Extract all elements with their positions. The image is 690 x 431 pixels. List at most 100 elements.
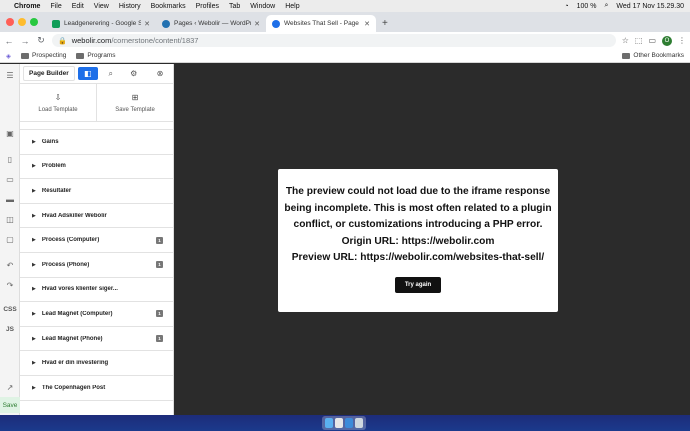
clock[interactable]: Wed 17 Nov 15.29.30 [616, 3, 684, 10]
forward-icon[interactable]: → [20, 36, 30, 46]
bookmark-programs[interactable]: Programs [76, 52, 116, 59]
expand-caret-icon[interactable]: ▶ [32, 311, 36, 317]
try-again-button[interactable]: Try again [394, 276, 442, 293]
bookmark-prospecting[interactable]: Prospecting [21, 52, 66, 59]
macos-dock [0, 415, 690, 431]
menu-tab[interactable]: Tab [229, 3, 240, 10]
close-tab-icon[interactable]: ✕ [144, 20, 150, 28]
section-row[interactable]: ▶ Hvad Adskiller Webolir [20, 204, 173, 229]
external-link-icon[interactable]: ↗ [0, 380, 20, 394]
app-icon[interactable] [345, 418, 353, 428]
trash-icon[interactable] [355, 418, 363, 428]
menu-profiles[interactable]: Profiles [196, 3, 219, 10]
url-input[interactable]: 🔒 webolir.com/cornerstone/content/1837 [52, 34, 616, 47]
more-menu-icon[interactable]: ⋮ [678, 36, 686, 45]
section-label: Hvad Adskiller Webolir [41, 212, 107, 219]
layout-tab-icon[interactable]: ◧ [77, 67, 98, 80]
menu-view[interactable]: View [94, 3, 109, 10]
redo-icon[interactable]: ↷ [0, 278, 20, 292]
expand-caret-icon[interactable]: ▶ [32, 188, 36, 194]
tablet-icon[interactable]: ▭ [0, 172, 20, 186]
close-tab-icon[interactable]: ✕ [364, 20, 370, 28]
search-tab-icon[interactable]: ⌕ [101, 67, 121, 80]
tab-pages-wordpress[interactable]: Pages ‹ Webolir — WordPress ✕ [156, 15, 266, 32]
layout-icon[interactable]: ▣ [0, 126, 20, 140]
browser-icon[interactable]: ◫ [0, 212, 20, 226]
save-button[interactable]: Save [0, 397, 20, 413]
save-template-button[interactable]: ⊞ Save Template [96, 84, 173, 121]
menu-file[interactable]: File [50, 3, 61, 10]
section-row[interactable]: ▶ Process (Computer) 1 [20, 228, 173, 253]
close-window-icon[interactable] [6, 18, 14, 26]
reload-icon[interactable]: ↻ [36, 35, 46, 46]
tab-strip: Leadgenerering - Google Shee ✕ Pages ‹ W… [0, 12, 690, 32]
wordpress-favicon-icon [162, 19, 170, 28]
section-list: ▶ Gains ▶ Problem ▶ Resultater ▶ Hvad Adskiller… [20, 130, 173, 401]
cast-icon[interactable]: ▭ [648, 36, 656, 45]
bookmark-star-icon[interactable]: ☆ [622, 36, 629, 45]
load-template-button[interactable]: ⇩ Load Template [20, 84, 96, 121]
section-label: Lead Magnet (Computer) [41, 310, 113, 317]
section-label: Lead Magnet (Phone) [41, 335, 103, 342]
chrome-icon[interactable] [335, 418, 343, 428]
profile-avatar[interactable]: O [662, 35, 672, 46]
phone-icon[interactable]: ▯ [0, 152, 20, 166]
expand-caret-icon[interactable]: ▶ [32, 360, 36, 366]
finder-icon[interactable] [325, 418, 333, 428]
section-row[interactable]: ▶ Gains [20, 130, 173, 155]
expand-caret-icon[interactable]: ▶ [32, 262, 36, 268]
menu-history[interactable]: History [119, 3, 141, 10]
sheets-favicon-icon [52, 19, 60, 28]
section-label: Problem [41, 163, 66, 170]
expand-caret-icon[interactable]: ▶ [32, 237, 36, 243]
expand-caret-icon[interactable]: ▶ [32, 336, 36, 342]
lock-icon[interactable]: 🔒 [58, 37, 67, 45]
search-icon[interactable]: ⌕ [604, 2, 608, 10]
back-icon[interactable]: ← [4, 36, 14, 46]
panel-title[interactable]: Page Builder [23, 66, 75, 81]
close-tab-icon[interactable]: ✕ [254, 20, 260, 28]
menu-bookmarks[interactable]: Bookmarks [151, 3, 186, 10]
section-label: Gains [41, 138, 59, 145]
tab-leadgenerering[interactable]: Leadgenerering - Google Shee ✕ [46, 15, 156, 32]
section-row[interactable]: ▶ Hvad er din investering [20, 351, 173, 376]
builder-rail: ☰ ▣ ▯ ▭ ▬ ◫ ▢ ↶ ↷ CSS JS ↗ Save [0, 64, 20, 415]
section-row[interactable]: ▶ Lead Magnet (Phone) 1 [20, 327, 173, 352]
section-row[interactable]: ▶ Lead Magnet (Computer) 1 [20, 302, 173, 327]
undo-icon[interactable]: ↶ [0, 258, 20, 272]
battery-label[interactable]: 100 % [577, 3, 597, 10]
wifi-icon[interactable]: ◔ [564, 3, 568, 10]
menu-chrome[interactable]: Chrome [14, 3, 40, 10]
expand-caret-icon[interactable]: ▶ [32, 139, 36, 145]
laptop-icon[interactable]: ▬ [0, 192, 20, 206]
expand-caret-icon[interactable]: ▶ [32, 213, 36, 219]
close-panel-icon[interactable]: ⊗ [150, 67, 170, 80]
section-badge: 1 [156, 236, 163, 244]
section-row[interactable]: ▶ Hvad vores klienter siger... [20, 278, 173, 303]
expand-caret-icon[interactable]: ▶ [32, 385, 36, 391]
bookmark-other[interactable]: Other Bookmarks [622, 52, 684, 59]
expand-caret-icon[interactable]: ▶ [32, 163, 36, 169]
new-tab-icon[interactable]: + [382, 18, 388, 29]
js-button[interactable]: JS [0, 322, 20, 336]
extensions-icon[interactable]: ⬚ [635, 36, 643, 45]
section-row[interactable]: ▶ The Copenhagen Post [20, 376, 173, 401]
section-row[interactable]: ▶ Process (Phone) 1 [20, 253, 173, 278]
section-label: Resultater [41, 187, 72, 194]
section-label: Hvad vores klienter siger... [41, 286, 118, 293]
css-button[interactable]: CSS [0, 302, 20, 316]
menu-window[interactable]: Window [250, 3, 275, 10]
menu-help[interactable]: Help [285, 3, 299, 10]
section-row[interactable]: ▶ Resultater [20, 179, 173, 204]
expand-caret-icon[interactable]: ▶ [32, 286, 36, 292]
zoom-window-icon[interactable] [30, 18, 38, 26]
minimize-window-icon[interactable] [18, 18, 26, 26]
settings-tab-icon[interactable]: ⚙ [124, 67, 144, 80]
menu-edit[interactable]: Edit [72, 3, 84, 10]
apps-icon[interactable]: ◈ [6, 52, 11, 60]
section-row[interactable]: ▶ Problem [20, 155, 173, 180]
menu-icon[interactable]: ☰ [0, 68, 20, 82]
tab-websites-that-sell[interactable]: Websites That Sell - Page Buil ✕ [266, 15, 376, 32]
desktop-icon[interactable]: ▢ [0, 232, 20, 246]
cornerstone-favicon-icon [272, 19, 280, 28]
